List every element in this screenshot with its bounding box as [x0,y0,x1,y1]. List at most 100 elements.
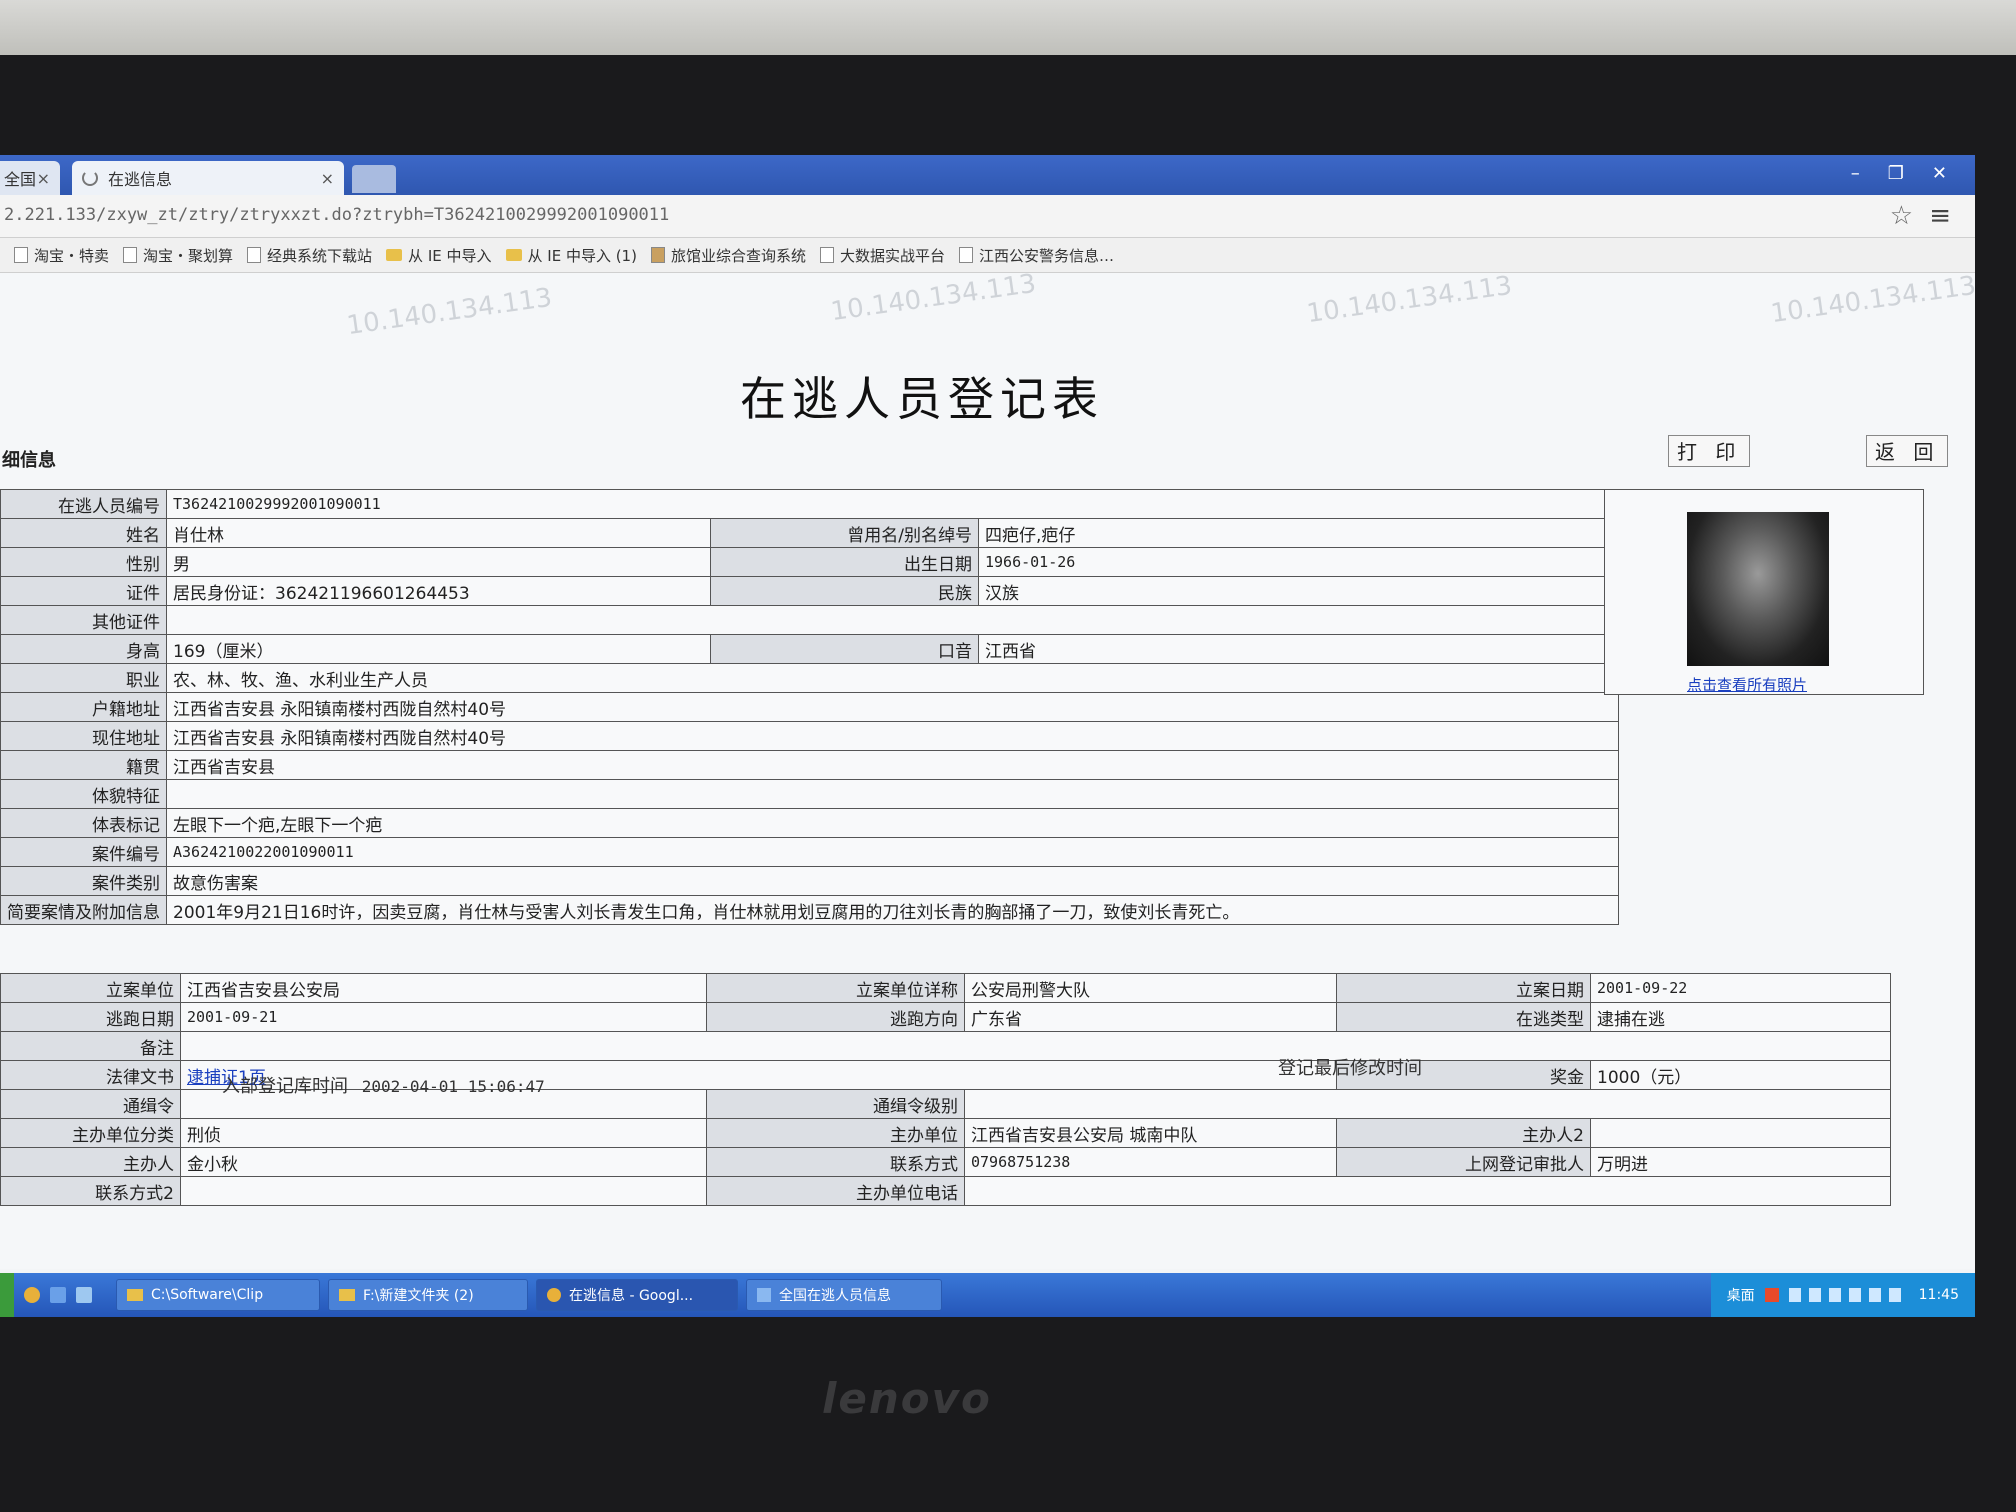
close-icon[interactable]: ✕ [1932,163,1947,184]
form-row: 立案单位 江西省吉安县公安局 立案单位详称 公安局刑警大队 立案日期 2001-… [0,973,1891,1003]
tab-close-icon[interactable]: × [321,169,334,188]
field-label: 性别 [0,547,167,577]
watermark: 10.140.134.113 [1768,270,1975,330]
field-label: 现住地址 [0,721,167,751]
form-row: 联系方式2 主办单位电话 [0,1176,1891,1206]
bookmark-item[interactable]: 淘宝・聚划算 [123,245,233,266]
browser-tabbar: 全国 × 在逃信息 × – ❐ ✕ [0,155,1975,195]
field-label: 通缉令 [0,1089,181,1119]
form-row: 备注 [0,1031,1891,1061]
field-label: 体貌特征 [0,779,167,809]
form-row: 在逃人员编号 T3624210029992001090011 [0,489,1619,519]
bookmark-folder[interactable]: 从 IE 中导入 (1) [505,245,637,266]
form-row: 性别 男 出生日期 1966-01-26 [0,547,1619,577]
image-icon [650,247,665,263]
form-row: 姓名 肖仕林 曾用名/别名绰号 四疤仔,疤仔 [0,518,1619,548]
restore-icon[interactable]: ❐ [1888,163,1904,184]
taskbar-item[interactable]: 在逃信息 - Googl... [536,1279,738,1311]
case-unit-value: 江西省吉安县公安局 [180,973,707,1003]
menu-icon[interactable]: ≡ [1929,201,1951,231]
field-label: 主办单位电话 [706,1176,965,1206]
bookmark-folder[interactable]: 从 IE 中导入 [386,245,492,266]
bookmark-item[interactable]: 江西公安警务信息… [959,245,1114,266]
suspect-photo[interactable] [1687,512,1829,666]
bookmark-label: 淘宝・特卖 [34,246,110,265]
field-label: 曾用名/别名绰号 [710,518,979,548]
back-button[interactable]: 返 回 [1866,435,1949,467]
flee-date-value: 2001-09-21 [180,1002,707,1032]
bookmark-star-icon[interactable]: ☆ [1890,201,1913,231]
folder-icon [386,249,403,261]
reward-value: 1000（元） [1590,1060,1891,1090]
bookmark-item[interactable]: 经典系统下载站 [247,245,372,266]
bookmark-item[interactable]: 旅馆业综合查询系统 [650,245,806,266]
form-row: 其他证件 [0,605,1619,635]
form-row: 逃跑日期 2001-09-21 逃跑方向 广东省 在逃类型 逮捕在逃 [0,1002,1891,1032]
desktop-label[interactable]: 桌面 [1727,1285,1755,1305]
watermark: 10.140.134.113 [344,282,554,342]
host-phone-value [964,1176,1891,1206]
nation-value: 汉族 [978,576,1619,606]
field-label: 口音 [710,634,979,664]
taskbar-item[interactable]: C:\Software\Clip [116,1279,320,1311]
bookmark-label: 江西公安警务信息… [979,246,1115,265]
brief-value: 2001年9月21日16时许，因卖豆腐，肖仕林与受害人刘长青发生口角，肖仕林就用… [166,895,1619,925]
print-button[interactable]: 打 印 [1668,435,1751,467]
ie-icon[interactable] [76,1287,92,1303]
case-unit-full-value: 公安局刑警大队 [964,973,1337,1003]
view-all-photos-link[interactable]: 点击查看所有照片 [1687,674,1807,695]
minimize-icon[interactable]: – [1851,163,1860,184]
sogou-icon[interactable] [1764,1288,1779,1302]
flee-dir-value: 广东省 [964,1002,1337,1032]
photo-panel: 点击查看所有照片 [1604,489,1924,695]
chrome-icon [547,1288,561,1302]
field-label: 姓名 [0,518,167,548]
bookmark-item[interactable]: 淘宝・特卖 [14,245,109,266]
field-label: 案件编号 [0,837,167,867]
tab-national[interactable]: 全国 × [0,161,60,195]
case-type-value: 故意伤害案 [166,866,1619,896]
form-row: 简要案情及附加信息 2001年9月21日16时许，因卖豆腐，肖仕林与受害人刘长青… [0,895,1619,925]
wanted-level-value [964,1089,1891,1119]
field-label: 联系方式2 [0,1176,181,1206]
url-input[interactable]: 2.221.133/zxyw_zt/ztry/ztryxxzt.do?ztryb… [4,205,669,225]
field-label: 职业 [0,663,167,693]
bookmark-label: 旅馆业综合查询系统 [670,246,806,265]
tray-icons[interactable] [1788,1288,1909,1302]
watermark: 10.140.134.113 [1304,270,1514,330]
new-tab-button[interactable] [352,165,396,193]
taskbar-item[interactable]: 全国在逃人员信息 [746,1279,942,1311]
page-icon [959,247,973,263]
field-label: 案件类别 [0,866,167,896]
field-label: 身高 [0,634,167,664]
birth-value: 1966-01-26 [978,547,1619,577]
hukou-value: 江西省吉安县 永阳镇南楼村西陇自然村40号 [166,692,1619,722]
field-label: 立案日期 [1336,973,1591,1003]
monitor-brand-logo: lenovo [822,1374,992,1423]
tab-label: 在逃信息 [108,170,173,189]
system-tray: 桌面 11:45 [1710,1273,1975,1317]
taskbar-item[interactable]: F:\新建文件夹 (2) [328,1279,528,1311]
form-row: 现住地址 江西省吉安县 永阳镇南楼村西陇自然村40号 [0,721,1619,751]
field-label: 逃跑方向 [706,1002,965,1032]
start-button[interactable] [0,1273,14,1317]
bookmark-item[interactable]: 大数据实战平台 [819,245,945,266]
bookmark-label: 大数据实战平台 [839,246,945,265]
page-icon [247,247,262,263]
field-label: 籍贯 [0,750,167,780]
tab-close-icon[interactable]: × [37,169,50,188]
entry-time-label: 入部登记库时间 [222,1076,348,1097]
ie-icon [757,1288,771,1302]
other-cert-value [166,605,1619,635]
host-unit-value: 江西省吉安县公安局 城南中队 [964,1118,1337,1148]
bookmark-label: 经典系统下载站 [267,246,373,265]
field-label: 联系方式 [706,1147,965,1177]
chrome-icon[interactable] [24,1287,40,1303]
host-person-value: 金小秋 [180,1147,707,1177]
native-value: 江西省吉安县 [166,750,1619,780]
name-value: 肖仕林 [166,518,711,548]
desktop-icon[interactable] [50,1287,66,1303]
page-title: 在逃人员登记表 [740,372,1104,426]
tab-fugitive-info[interactable]: 在逃信息 × [72,161,344,195]
field-label: 简要案情及附加信息 [0,895,167,925]
